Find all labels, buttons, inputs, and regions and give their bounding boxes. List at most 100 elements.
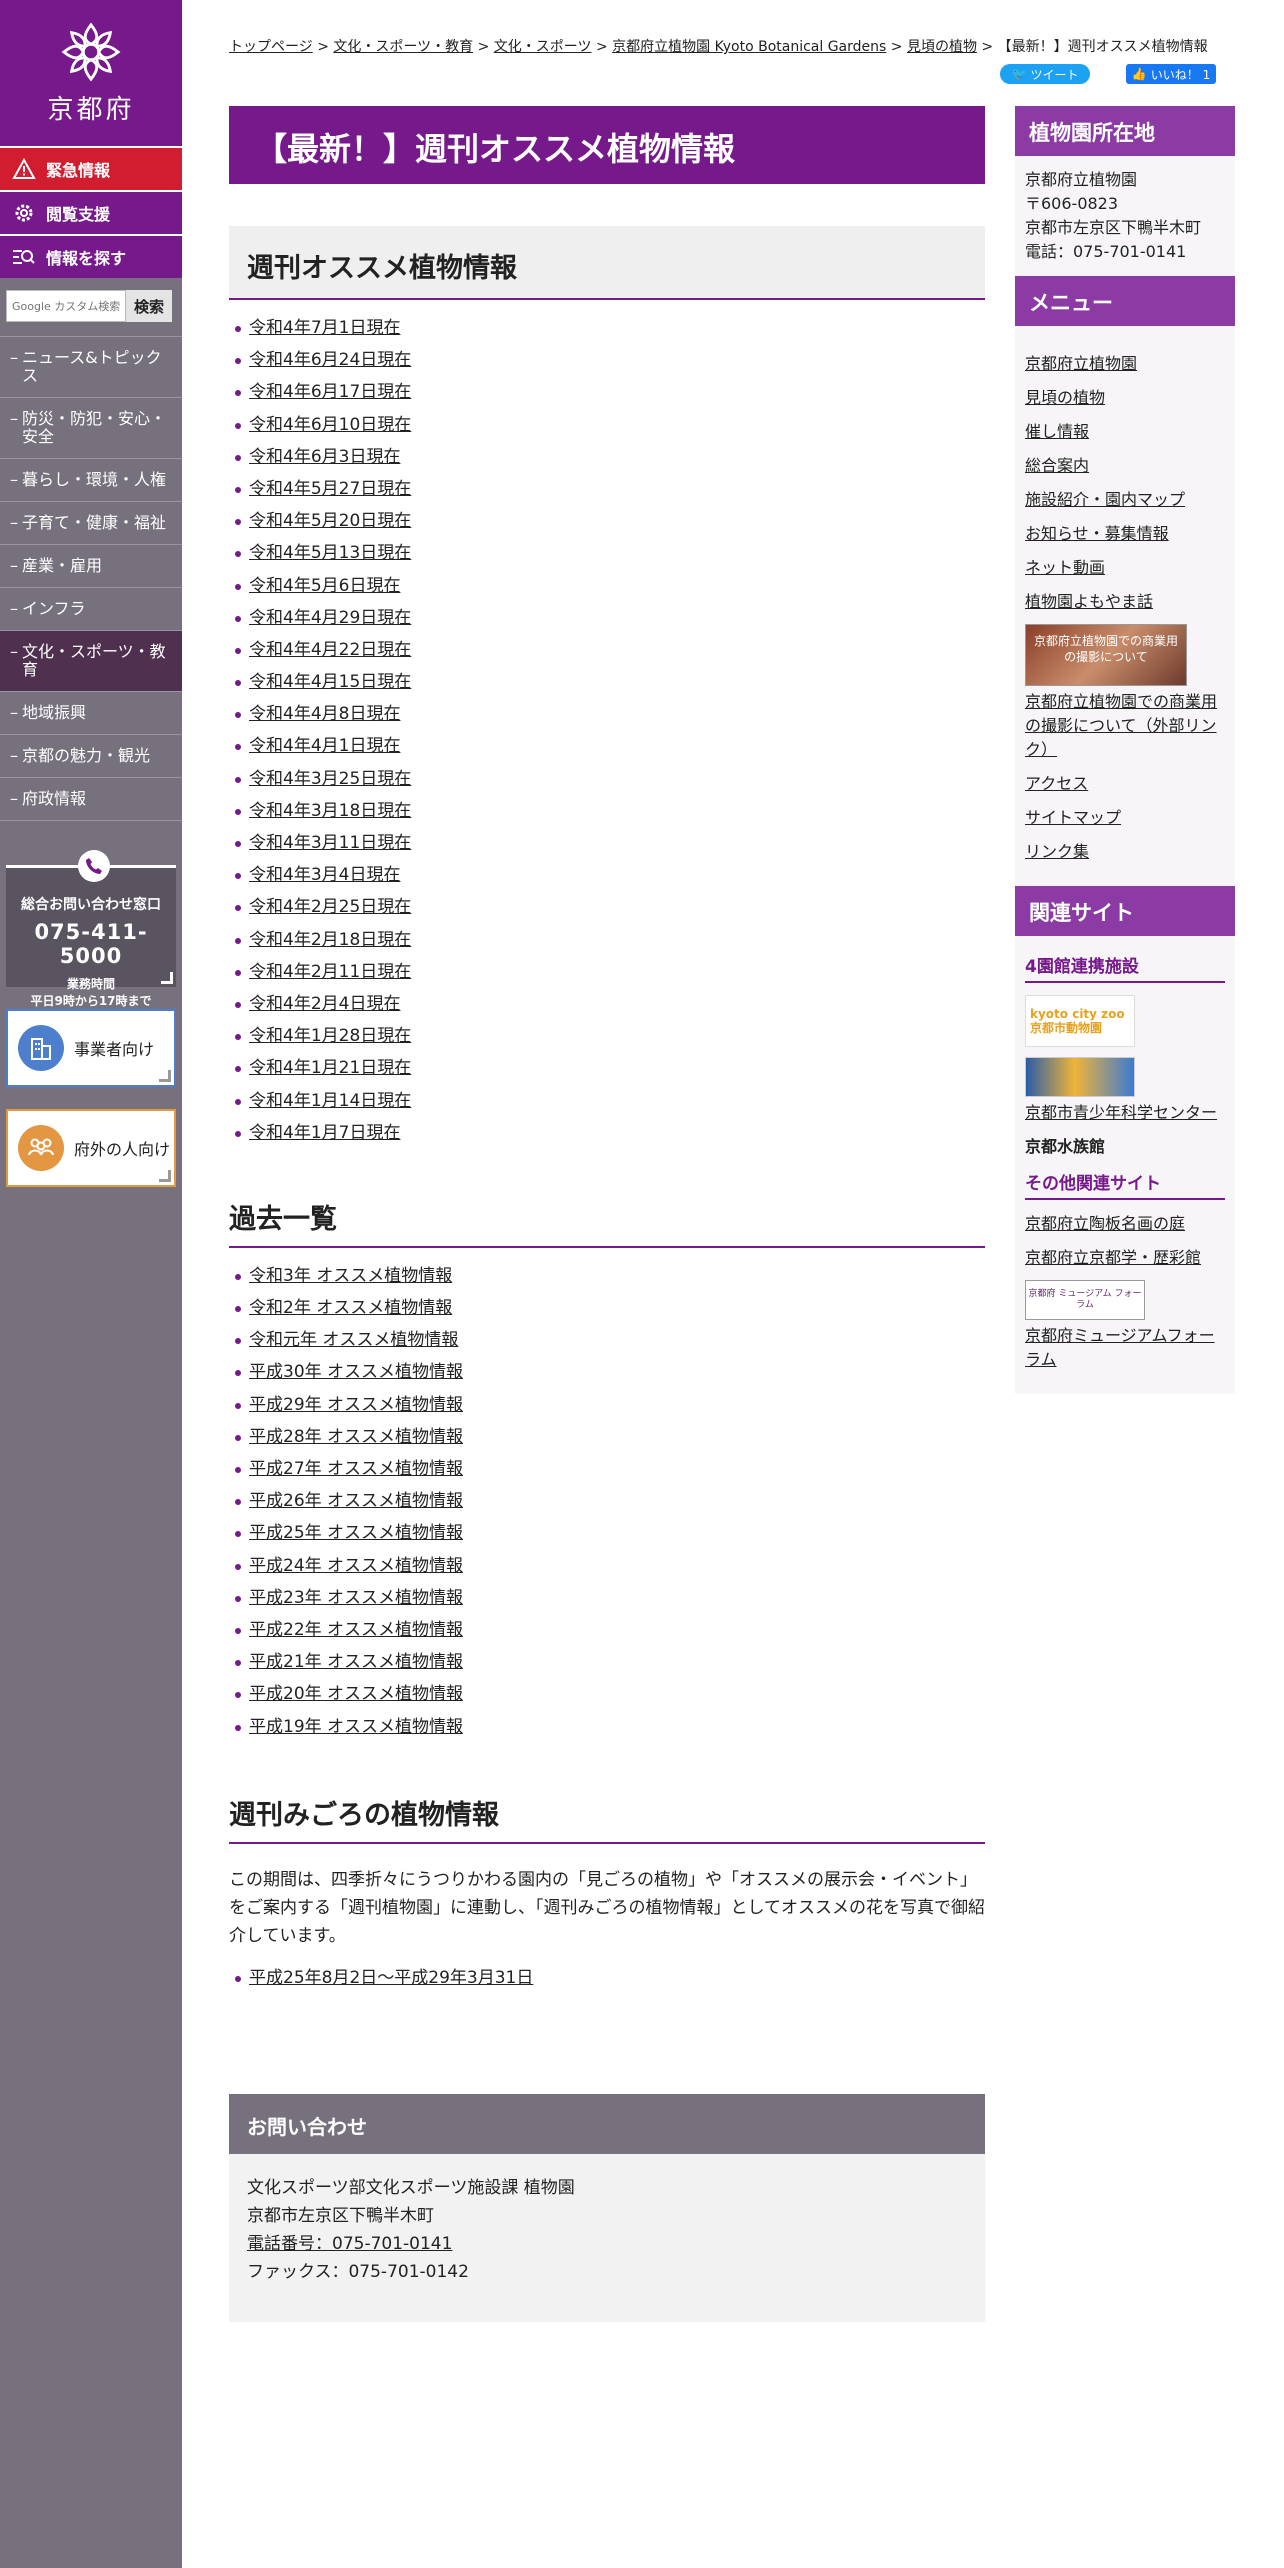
weekly-date-link[interactable]: 令和4年3月25日現在 — [249, 769, 411, 789]
past-year-link[interactable]: 平成19年 オススメ植物情報 — [249, 1717, 463, 1737]
weekly-date-link[interactable]: 令和4年3月18日現在 — [249, 801, 411, 821]
weekly-date-link[interactable]: 令和4年1月14日現在 — [249, 1091, 411, 1111]
weekly-date-link[interactable]: 令和4年6月17日現在 — [249, 382, 411, 402]
past-year-link[interactable]: 平成21年 オススメ植物情報 — [249, 1652, 463, 1672]
breadcrumb-link-culture-sports[interactable]: 文化・スポーツ — [494, 39, 592, 55]
weekly-date-link[interactable]: 令和4年5月20日現在 — [249, 511, 411, 531]
past-year-link[interactable]: 平成20年 オススメ植物情報 — [249, 1684, 463, 1704]
breadcrumb-link-culture-sports-education[interactable]: 文化・スポーツ・教育 — [333, 39, 473, 55]
weekly-date-link[interactable]: 令和4年3月4日現在 — [249, 865, 400, 885]
nav-item-childcare[interactable]: – 子育て・健康・福祉 — [0, 502, 182, 545]
science-center-link[interactable]: 京都市青少年科学センター — [1025, 1101, 1225, 1125]
nav-item-infra[interactable]: – インフラ — [0, 588, 182, 631]
other-related-link[interactable]: 京都府立京都学・歴彩館 — [1025, 1246, 1225, 1270]
past-year-link[interactable]: 令和3年 オススメ植物情報 — [249, 1266, 452, 1286]
kyoto-zoo-logo: kyoto city zoo 京都市動物園 — [1030, 1007, 1125, 1035]
kyoto-zoo-banner[interactable]: kyoto city zoo 京都市動物園 — [1025, 995, 1135, 1047]
breadcrumb-link-seasonal-plants[interactable]: 見頃の植物 — [907, 39, 977, 55]
list-item: 令和4年4月1日現在 — [229, 730, 985, 762]
past-year-link[interactable]: 平成26年 オススメ植物情報 — [249, 1491, 463, 1511]
search-button[interactable]: 検索 — [126, 290, 172, 322]
facebook-like-button[interactable]: 👍 いいね！ 1 — [1126, 64, 1216, 84]
weekly-date-link[interactable]: 令和4年2月11日現在 — [249, 962, 411, 982]
menu-link[interactable]: 京都府立植物園 — [1025, 352, 1225, 376]
weekly-date-link[interactable]: 令和4年3月11日現在 — [249, 833, 411, 853]
nav-item-government[interactable]: – 府政情報 — [0, 778, 182, 821]
weekly-date-link[interactable]: 令和4年4月22日現在 — [249, 640, 411, 660]
weekly-date-link[interactable]: 令和4年1月28日現在 — [249, 1026, 411, 1046]
past-year-link[interactable]: 平成28年 オススメ植物情報 — [249, 1427, 463, 1447]
related-heading: 関連サイト — [1015, 886, 1235, 936]
weekly-date-link[interactable]: 令和4年2月25日現在 — [249, 897, 411, 917]
past-year-link[interactable]: 平成25年 オススメ植物情報 — [249, 1523, 463, 1543]
weekly-date-link[interactable]: 令和4年4月8日現在 — [249, 704, 400, 724]
menu-link[interactable]: ネット動画 — [1025, 556, 1225, 580]
general-contact-box[interactable]: 総合お問い合わせ窓口 075-411-5000 業務時間 平日9時から17時まで — [6, 850, 176, 1008]
weekly-date-link[interactable]: 令和4年6月3日現在 — [249, 447, 400, 467]
viewing-support-button[interactable]: 閲覧支援 — [0, 190, 182, 234]
tweet-button[interactable]: 🐦 ツイート — [1000, 64, 1090, 84]
nav-item-safety[interactable]: – 防災・防犯・安心・安全 — [0, 398, 182, 459]
aquarium-link[interactable]: 京都水族館 — [1025, 1135, 1225, 1159]
search-input[interactable] — [6, 290, 126, 322]
menu-link[interactable]: 見頃の植物 — [1025, 386, 1225, 410]
museum-forum-link[interactable]: 京都府ミュージアムフォーラム — [1025, 1324, 1225, 1372]
other-related-link[interactable]: 京都府立陶板名画の庭 — [1025, 1212, 1225, 1236]
weekly-seasonal-link[interactable]: 平成25年8月2日～平成29年3月31日 — [249, 1968, 533, 1988]
nav-item-tourism[interactable]: – 京都の魅力・観光 — [0, 735, 182, 778]
weekly-date-link[interactable]: 令和4年1月7日現在 — [249, 1123, 400, 1143]
menu-link[interactable]: 催し情報 — [1025, 420, 1225, 444]
photo-shoot-banner[interactable]: 京都府立植物園での商業用の撮影について — [1025, 624, 1187, 686]
past-year-link[interactable]: 平成23年 オススメ植物情報 — [249, 1588, 463, 1608]
menu-link[interactable]: 施設紹介・園内マップ — [1025, 488, 1225, 512]
find-info-button[interactable]: 情報を探す — [0, 234, 182, 278]
nav-item-living[interactable]: – 暮らし・環境・人権 — [0, 459, 182, 502]
past-year-link[interactable]: 令和2年 オススメ植物情報 — [249, 1298, 452, 1318]
weekly-date-link[interactable]: 令和4年7月1日現在 — [249, 318, 400, 338]
business-button[interactable]: 事業者向け — [6, 1009, 176, 1087]
weekly-date-link[interactable]: 令和4年2月18日現在 — [249, 930, 411, 950]
past-year-link[interactable]: 平成30年 オススメ植物情報 — [249, 1362, 463, 1382]
weekly-date-link[interactable]: 令和4年5月27日現在 — [249, 479, 411, 499]
past-year-link[interactable]: 平成29年 オススメ植物情報 — [249, 1395, 463, 1415]
museum-forum-banner[interactable]: 京都府 ミュージアム フォーラム — [1025, 1280, 1145, 1320]
past-year-link[interactable]: 平成22年 オススメ植物情報 — [249, 1620, 463, 1640]
breadcrumb-link-top[interactable]: トップページ — [229, 39, 313, 55]
weekly-date-link[interactable]: 令和4年6月10日現在 — [249, 415, 411, 435]
weekly-date-link[interactable]: 令和4年6月24日現在 — [249, 350, 411, 370]
inquiry-phone-link[interactable]: 電話番号：075-701-0141 — [247, 2234, 452, 2254]
outside-residents-button[interactable]: 府外の人向け — [6, 1109, 176, 1187]
site-logo[interactable]: 京都府 — [0, 0, 182, 146]
contact-phone: 075-411-5000 — [34, 920, 148, 968]
menu-link[interactable]: 植物園よもやま話 — [1025, 590, 1225, 614]
photo-shoot-link[interactable]: 京都府立植物園での商業用の撮影について（外部リンク） — [1025, 690, 1225, 762]
menu-link[interactable]: お知らせ・募集情報 — [1025, 522, 1225, 546]
weekly-seasonal-description: この期間は、四季折々にうつりかわる園内の「見ごろの植物」や「オススメの展示会・イ… — [229, 1869, 985, 1946]
menu-link[interactable]: アクセス — [1025, 772, 1225, 796]
weekly-date-link[interactable]: 令和4年2月4日現在 — [249, 994, 400, 1014]
contact-hours: 平日9時から17時まで — [30, 994, 152, 1008]
weekly-date-link[interactable]: 令和4年1月21日現在 — [249, 1058, 411, 1078]
nav-item-culture[interactable]: – 文化・スポーツ・教育 — [0, 631, 182, 692]
nav-item-industry[interactable]: – 産業・雇用 — [0, 545, 182, 588]
warning-icon — [10, 155, 38, 183]
past-year-link[interactable]: 平成24年 オススメ植物情報 — [249, 1556, 463, 1576]
nav-item-news[interactable]: – ニュース&トピックス — [0, 337, 182, 398]
breadcrumb-link-botanical-gardens[interactable]: 京都府立植物園 Kyoto Botanical Gardens — [612, 39, 886, 55]
past-year-link[interactable]: 平成27年 オススメ植物情報 — [249, 1459, 463, 1479]
weekly-date-link[interactable]: 令和4年4月1日現在 — [249, 736, 400, 756]
list-item: 平成30年 オススメ植物情報 — [229, 1356, 985, 1388]
science-center-banner[interactable] — [1025, 1057, 1135, 1097]
weekly-date-link[interactable]: 令和4年5月6日現在 — [249, 576, 400, 596]
menu-link[interactable]: リンク集 — [1025, 840, 1225, 864]
weekly-date-link[interactable]: 令和4年4月29日現在 — [249, 608, 411, 628]
nav-item-region[interactable]: – 地域振興 — [0, 692, 182, 735]
past-year-link[interactable]: 令和元年 オススメ植物情報 — [249, 1330, 458, 1350]
emergency-button[interactable]: 緊急情報 — [0, 146, 182, 190]
phone-icon — [78, 850, 110, 882]
weekly-date-link[interactable]: 令和4年5月13日現在 — [249, 543, 411, 563]
list-item: 平成22年 オススメ植物情報 — [229, 1614, 985, 1646]
weekly-date-link[interactable]: 令和4年4月15日現在 — [249, 672, 411, 692]
menu-link[interactable]: サイトマップ — [1025, 806, 1225, 830]
menu-link[interactable]: 総合案内 — [1025, 454, 1225, 478]
